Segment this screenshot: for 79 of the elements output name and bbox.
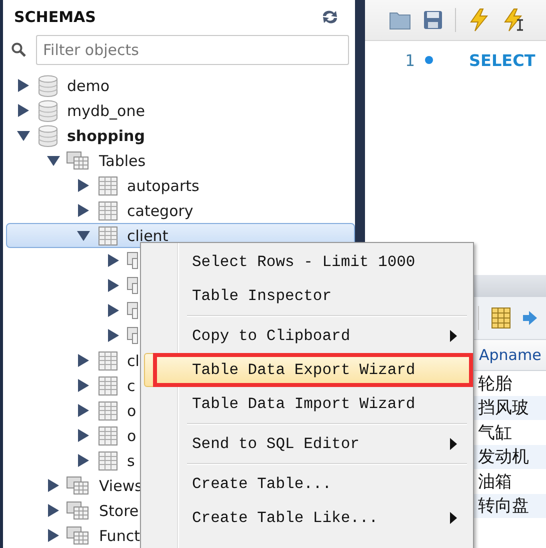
tree-item[interactable]: shopping	[67, 126, 145, 144]
expand-arrow-icon[interactable]	[107, 279, 120, 292]
folder-icon	[127, 327, 138, 344]
expand-arrow-icon[interactable]	[47, 529, 60, 542]
expand-arrow-icon[interactable]	[77, 204, 90, 217]
expand-arrow-icon[interactable]	[107, 304, 120, 317]
expand-arrow-icon[interactable]	[77, 454, 90, 467]
expand-arrow-icon[interactable]	[17, 104, 30, 117]
table-icon	[98, 200, 118, 220]
tree-item[interactable]: mydb_one	[67, 102, 145, 120]
sql-keyword: SELECT	[469, 50, 536, 70]
columns-icon[interactable]	[491, 307, 511, 329]
table-icon	[98, 426, 118, 446]
tree-item[interactable]: Tables	[99, 152, 146, 170]
database-icon	[38, 74, 58, 96]
expand-arrow-icon[interactable]	[107, 254, 120, 267]
expand-arrow-icon[interactable]	[47, 479, 60, 492]
tree-item[interactable]: autoparts	[127, 176, 200, 194]
tree-item[interactable]: Funct	[99, 526, 140, 544]
table-cell-text: 轮胎	[478, 372, 512, 395]
arrow-icon[interactable]	[523, 309, 537, 327]
statement-dot-icon	[425, 56, 433, 64]
menu-item[interactable]: Create Table...	[144, 467, 470, 501]
expand-arrow-icon[interactable]	[77, 354, 90, 367]
expand-arrow-icon[interactable]	[77, 379, 90, 392]
expand-arrow-icon[interactable]	[107, 329, 120, 342]
expand-arrow-icon[interactable]	[47, 504, 60, 517]
table-cell-text: 气缸	[478, 422, 512, 444]
menu-item[interactable]: Table Inspector	[144, 279, 470, 313]
tree-item[interactable]: cl	[127, 352, 140, 370]
collapse-arrow-icon[interactable]	[77, 229, 90, 242]
menu-item[interactable]: Send to SQL Editor	[144, 427, 470, 461]
table-icon	[98, 226, 118, 246]
expand-arrow-icon[interactable]	[77, 429, 90, 442]
line-number: 1	[405, 50, 416, 70]
lightning-icon[interactable]	[468, 8, 490, 32]
search-icon	[11, 42, 26, 58]
expand-arrow-icon[interactable]	[77, 179, 90, 192]
lightning-cursor-icon[interactable]	[502, 8, 526, 32]
expand-arrow-icon[interactable]	[77, 404, 90, 417]
table-icon	[98, 376, 118, 396]
refresh-icon[interactable]	[321, 8, 339, 25]
table-icon	[98, 350, 118, 370]
tables-group-icon	[66, 526, 90, 546]
menu-item[interactable]: Create Table Like...	[144, 501, 470, 535]
panel-title: SCHEMAS	[14, 8, 96, 26]
tables-group-icon	[66, 500, 90, 520]
collapse-arrow-icon[interactable]	[17, 129, 30, 142]
tree-item[interactable]: c	[127, 376, 136, 394]
table-icon	[98, 400, 118, 420]
tree-item[interactable]: demo	[67, 76, 110, 94]
tree-item[interactable]: Views	[99, 476, 142, 494]
expand-arrow-icon[interactable]	[17, 79, 30, 92]
collapse-arrow-icon[interactable]	[47, 154, 60, 167]
table-cell-text: 挡风玻	[478, 397, 529, 420]
menu-item[interactable]: Select Rows - Limit 1000	[144, 245, 470, 279]
tree-item[interactable]: o	[127, 426, 136, 444]
folder-icon	[127, 302, 138, 319]
tree-item[interactable]: Store	[99, 502, 139, 520]
tree-item[interactable]: s	[127, 452, 135, 470]
menu-item[interactable]: Copy to Clipboard	[144, 319, 470, 353]
folder-icon	[127, 252, 138, 269]
table-cell-text: 转向盘	[478, 495, 529, 518]
database-icon	[38, 100, 58, 122]
table-cell-text: 油箱	[478, 470, 512, 493]
table-cell-text: 发动机	[478, 446, 529, 468]
filter-field[interactable]: Filter objects	[36, 34, 349, 65]
tables-group-icon	[66, 476, 90, 496]
tree-item[interactable]: o	[127, 402, 136, 420]
tree-item[interactable]: category	[127, 202, 194, 220]
save-icon[interactable]	[423, 10, 443, 30]
tables-group-icon	[66, 150, 90, 170]
folder-icon	[127, 277, 138, 294]
tree-item[interactable]: client	[127, 226, 168, 244]
menu-item[interactable]: Table Data Import Wizard	[144, 387, 470, 421]
folder-icon[interactable]	[389, 10, 411, 30]
database-icon	[38, 124, 58, 146]
table-icon	[98, 450, 118, 470]
table-icon	[98, 176, 118, 196]
